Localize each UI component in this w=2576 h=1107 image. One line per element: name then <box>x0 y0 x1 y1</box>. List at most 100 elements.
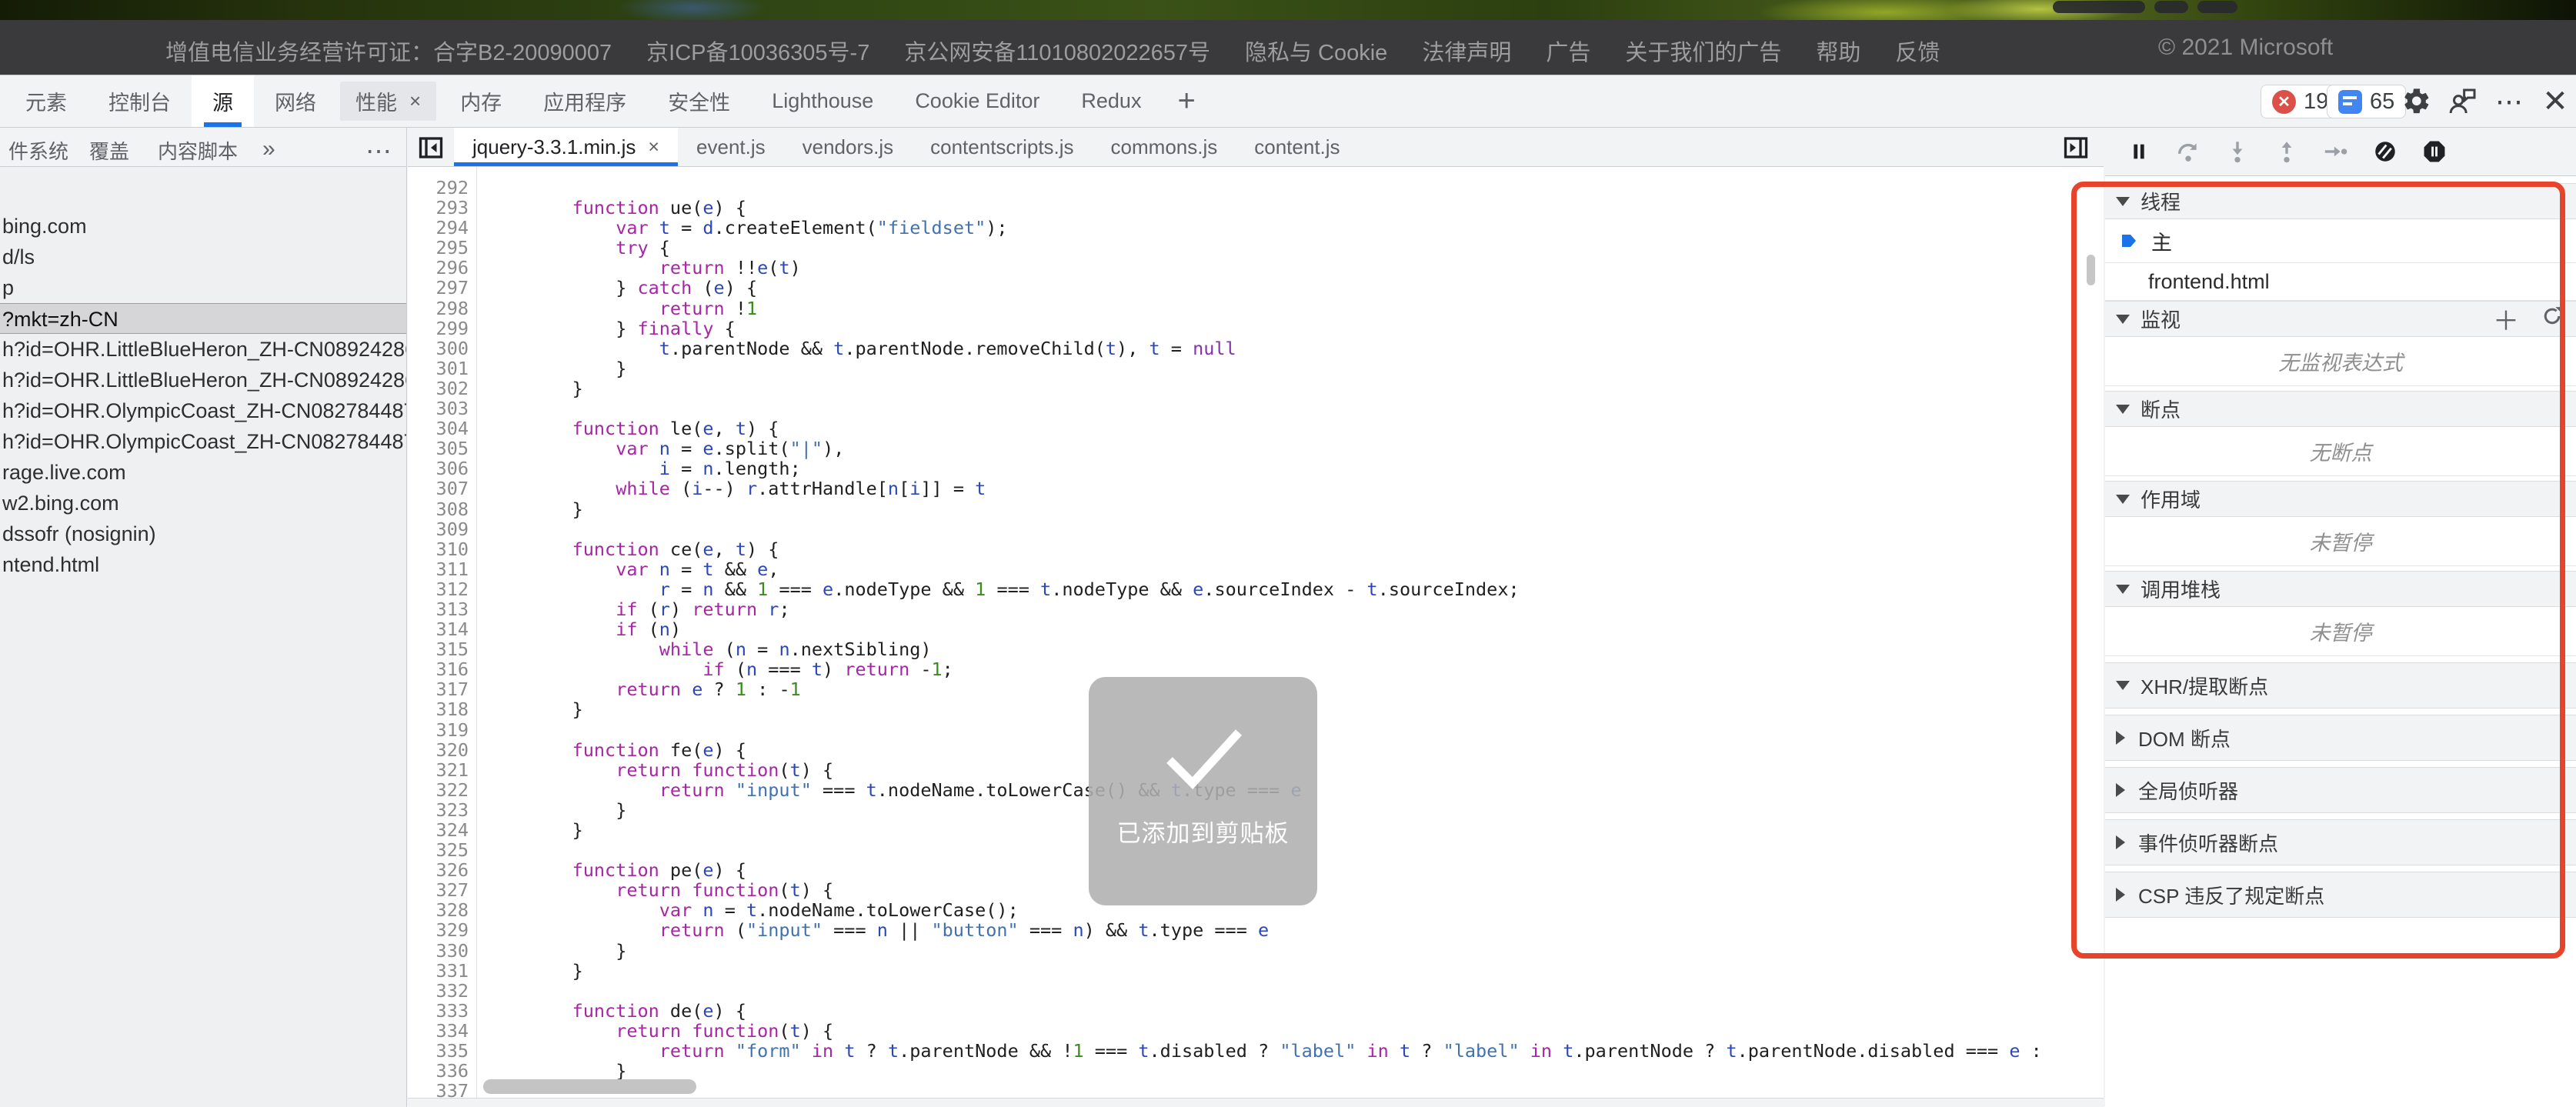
file-tree-item[interactable]: p <box>0 272 406 303</box>
feedback-person-icon[interactable] <box>2445 85 2481 118</box>
line-number[interactable]: 301 <box>408 358 476 378</box>
thread-item[interactable]: 主 <box>2105 219 2576 263</box>
line-number[interactable]: 325 <box>408 840 476 860</box>
line-number[interactable]: 322 <box>408 780 476 800</box>
line-number[interactable]: 314 <box>408 619 476 639</box>
console-messages-badge[interactable]: 65 <box>2327 85 2406 118</box>
file-tree-item[interactable]: rage.live.com <box>0 457 406 488</box>
footer-link[interactable]: 法律声明 <box>1422 35 1511 67</box>
line-number[interactable]: 317 <box>408 679 476 699</box>
line-number[interactable]: 297 <box>408 278 476 298</box>
file-tree-item[interactable]: d/ls <box>0 242 406 272</box>
code-editor[interactable]: 2922932942952962972982993003013023033043… <box>408 167 2104 1098</box>
line-number[interactable]: 313 <box>408 599 476 619</box>
step-over-icon[interactable] <box>2173 136 2204 167</box>
file-tree-item[interactable]: h?id=OHR.OlympicCoast_ZH-CN0827844876_19 <box>0 395 406 426</box>
line-number[interactable]: 336 <box>408 1061 476 1081</box>
line-number[interactable]: 329 <box>408 920 476 940</box>
section-header-DOM 断点[interactable]: DOM 断点 <box>2105 715 2576 761</box>
editor-tab-event.js[interactable]: event.js <box>678 128 784 166</box>
footer-link[interactable]: 广告 <box>1546 35 1590 67</box>
deactivate-breakpoints-icon[interactable] <box>2370 136 2401 167</box>
line-number[interactable]: 306 <box>408 458 476 478</box>
file-tree-item[interactable]: bing.com <box>0 211 406 242</box>
section-header-断点[interactable]: 断点 <box>2105 391 2576 427</box>
line-number[interactable]: 311 <box>408 559 476 579</box>
line-number[interactable]: 327 <box>408 880 476 900</box>
step-into-icon[interactable] <box>2222 136 2253 167</box>
line-number[interactable]: 330 <box>408 941 476 961</box>
navigator-tab[interactable]: » <box>262 136 275 162</box>
line-number[interactable]: 293 <box>408 198 476 218</box>
navigator-tab[interactable]: 内容脚本 <box>158 136 238 165</box>
section-header-监视[interactable]: 监视＋ <box>2105 301 2576 337</box>
step-icon[interactable] <box>2321 136 2351 167</box>
file-tree-item[interactable]: h?id=OHR.LittleBlueHeron_ZH-CN0892428603… <box>0 365 406 395</box>
file-tree-item[interactable]: h?id=OHR.OlympicCoast_ZH-CN0827844876_UH <box>0 426 406 457</box>
line-number[interactable]: 323 <box>408 800 476 820</box>
section-header-调用堆栈[interactable]: 调用堆栈 <box>2105 571 2576 607</box>
line-number[interactable]: 304 <box>408 418 476 438</box>
section-header-XHR/提取断点[interactable]: XHR/提取断点 <box>2105 662 2576 709</box>
line-number[interactable]: 324 <box>408 820 476 840</box>
line-number[interactable]: 310 <box>408 539 476 559</box>
editor-tab-content.js[interactable]: content.js <box>1236 128 1358 166</box>
line-number[interactable]: 295 <box>408 238 476 258</box>
refresh-watch-icon[interactable] <box>2541 305 2564 333</box>
editor-tab-commons.js[interactable]: commons.js <box>1093 128 1236 166</box>
line-number[interactable]: 303 <box>408 398 476 418</box>
section-header-线程[interactable]: 线程 <box>2105 183 2576 219</box>
line-number[interactable]: 305 <box>408 438 476 458</box>
line-number[interactable]: 309 <box>408 519 476 539</box>
horizontal-scrollbar-thumb[interactable] <box>483 1079 696 1094</box>
pause-on-exceptions-icon[interactable] <box>2419 136 2450 167</box>
footer-link[interactable]: 关于我们的广告 <box>1625 35 1781 67</box>
close-devtools-icon[interactable]: ✕ <box>2538 85 2573 118</box>
editor-tab-contentscripts.js[interactable]: contentscripts.js <box>912 128 1092 166</box>
line-number[interactable]: 332 <box>408 981 476 1001</box>
line-number[interactable]: 300 <box>408 338 476 358</box>
line-number[interactable]: 308 <box>408 499 476 519</box>
section-header-CSP 违反了规定断点[interactable]: CSP 违反了规定断点 <box>2105 872 2576 918</box>
hide-navigator-icon[interactable] <box>417 134 445 165</box>
vertical-scrollbar-thumb[interactable] <box>2087 255 2095 285</box>
section-header-作用域[interactable]: 作用域 <box>2105 481 2576 517</box>
thread-item[interactable]: frontend.html <box>2105 263 2576 301</box>
editor-tab-jquery-3.3.1.min.js[interactable]: jquery-3.3.1.min.js× <box>454 128 678 166</box>
devtools-tab-+[interactable]: + <box>1162 75 1210 127</box>
devtools-tab-Cookie Editor[interactable]: Cookie Editor <box>894 75 1060 127</box>
line-number[interactable]: 318 <box>408 699 476 719</box>
line-number[interactable]: 319 <box>408 720 476 740</box>
devtools-tab-性能[interactable]: 性能× <box>340 82 436 121</box>
file-tree-item[interactable]: w2.bing.com <box>0 488 406 518</box>
devtools-tab-元素[interactable]: 元素 <box>5 75 88 127</box>
devtools-tab-Lighthouse[interactable]: Lighthouse <box>751 75 894 127</box>
line-number[interactable]: 335 <box>408 1041 476 1061</box>
add-watch-icon[interactable]: ＋ <box>2493 300 2519 338</box>
line-number[interactable]: 299 <box>408 318 476 338</box>
devtools-tab-控制台[interactable]: 控制台 <box>88 75 192 127</box>
line-number[interactable]: 312 <box>408 579 476 599</box>
section-header-事件侦听器断点[interactable]: 事件侦听器断点 <box>2105 819 2576 865</box>
devtools-tab-应用程序[interactable]: 应用程序 <box>522 75 647 127</box>
line-number[interactable]: 328 <box>408 900 476 920</box>
footer-link[interactable]: 反馈 <box>1895 35 1940 67</box>
footer-link[interactable]: 京ICP备10036305号-7 <box>646 35 869 67</box>
section-header-全局侦听器[interactable]: 全局侦听器 <box>2105 767 2576 813</box>
file-tree-item[interactable]: dssofr (nosignin) <box>0 518 406 549</box>
line-number[interactable]: 320 <box>408 740 476 760</box>
navigator-tab[interactable]: 件系统 <box>8 136 68 165</box>
navigator-tab[interactable]: 覆盖 <box>89 136 129 165</box>
line-number[interactable]: 298 <box>408 298 476 318</box>
close-tab-icon[interactable]: × <box>409 89 421 113</box>
line-number[interactable]: 307 <box>408 478 476 498</box>
navigator-tab[interactable]: ⋯ <box>365 136 392 167</box>
file-tree-item[interactable]: ntend.html <box>0 549 406 580</box>
line-number[interactable]: 321 <box>408 760 476 780</box>
footer-link[interactable]: 京公网安备11010802022657号 <box>904 35 1210 67</box>
pause-icon[interactable] <box>2124 136 2154 167</box>
editor-tab-vendors.js[interactable]: vendors.js <box>784 128 913 166</box>
file-tree-item[interactable]: ?mkt=zh-CN <box>0 303 406 334</box>
devtools-tab-源[interactable]: 源 <box>192 75 254 127</box>
line-number[interactable]: 316 <box>408 659 476 679</box>
